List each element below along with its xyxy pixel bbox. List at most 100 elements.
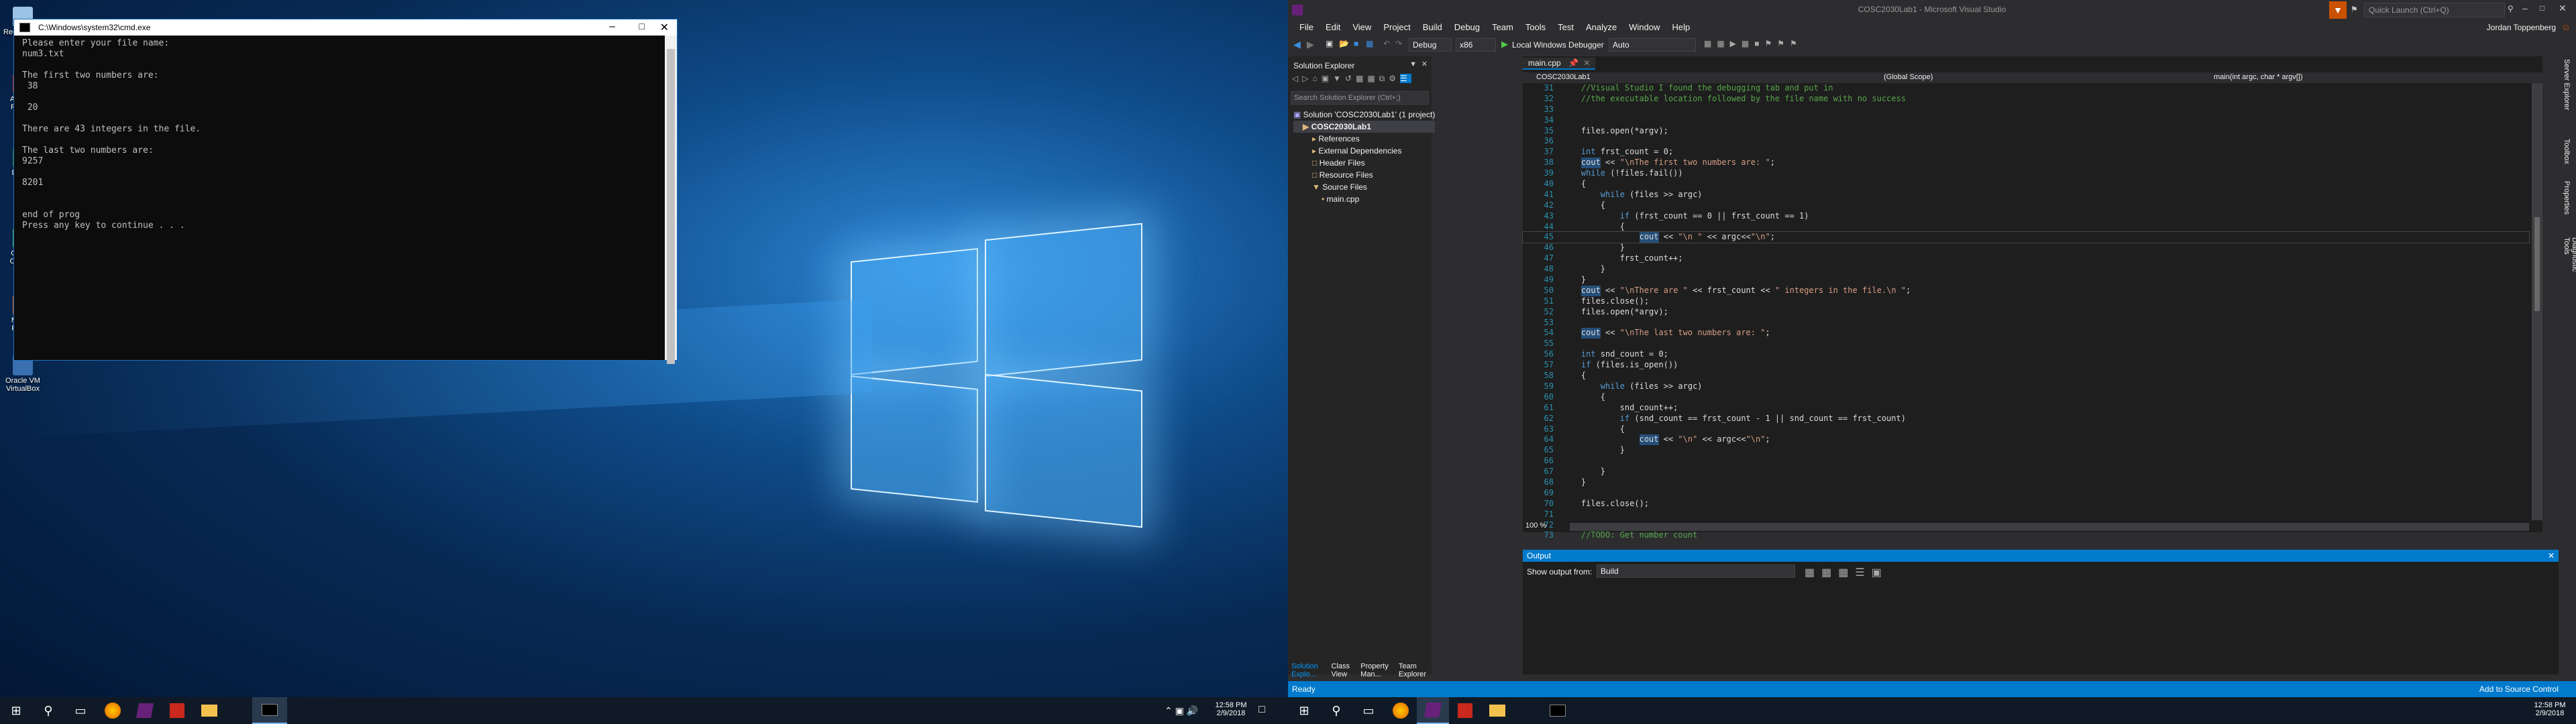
se-bottom-tab[interactable]: Class View <box>1328 660 1357 678</box>
scrollbar-thumb[interactable] <box>667 49 675 364</box>
tree-item[interactable]: □ Resource Files <box>1293 169 1435 181</box>
code-line[interactable]: 71 <box>1523 509 2529 520</box>
taskview-icon[interactable]: ▭ <box>1352 697 1385 724</box>
output-title-bar[interactable]: Output ✕ <box>1523 550 2559 562</box>
filter-icon[interactable]: ▼ <box>2329 1 2347 19</box>
tree-item[interactable]: ▣ Solution 'COSC2030Lab1' (1 project) <box>1293 109 1435 121</box>
visualstudio-icon[interactable] <box>129 697 161 724</box>
code-line[interactable]: 53 <box>1523 318 2529 328</box>
menu-item[interactable]: Test <box>1552 20 1580 35</box>
cmd-window[interactable]: C:\Windows\system32\cmd.exe – □ ✕ Please… <box>13 19 678 364</box>
close-icon[interactable]: ✕ <box>2548 551 2555 560</box>
code-line[interactable]: 63 { <box>1523 424 2529 435</box>
code-line[interactable]: 51 files.close(); <box>1523 296 2529 307</box>
notifications-icon[interactable]: ⚑ <box>2351 5 2358 14</box>
undo-icon[interactable]: ↶ <box>1383 39 1390 48</box>
side-tab[interactable]: Server Explorer <box>2563 59 2571 110</box>
menu-item[interactable]: Edit <box>1320 20 1346 35</box>
menu-item[interactable]: View <box>1346 20 1377 35</box>
acrobat-icon[interactable] <box>161 697 193 724</box>
tab-close-icon[interactable]: ✕ <box>1583 58 1590 68</box>
code-line[interactable]: 54 cout << "\nThe last two numbers are: … <box>1523 328 2529 339</box>
code-line[interactable]: 31 //Visual Studio I found the debugging… <box>1523 83 2529 94</box>
taskview-icon[interactable]: ▭ <box>64 697 97 724</box>
code-line[interactable]: 38 cout << "\nThe first two numbers are:… <box>1523 158 2529 169</box>
windows-icon[interactable]: ⊞ <box>0 697 32 724</box>
search-icon[interactable]: ⚲ <box>32 697 64 724</box>
desktop-icon[interactable]: Oracle VM VirtualBox <box>3 355 43 393</box>
code-line[interactable]: 61 snd_count++; <box>1523 403 2529 414</box>
save-icon[interactable]: ■ <box>1354 39 1358 48</box>
cmd-scrollbar[interactable] <box>665 36 677 364</box>
editor-zoom[interactable]: 100 % <box>1525 522 1546 532</box>
code-line[interactable]: 50 cout << "\nThere are " << frst_count … <box>1523 285 2529 296</box>
editor-vscrollbar[interactable] <box>2532 83 2542 520</box>
menu-item[interactable]: Build <box>1417 20 1448 35</box>
code-line[interactable]: 57 if (files.is_open()) <box>1523 360 2529 371</box>
tree-item[interactable]: • main.cpp <box>1293 193 1435 205</box>
vs-title-bar[interactable]: COSC2030Lab1 - Microsoft Visual Studio ▼… <box>1288 0 2576 20</box>
menu-item[interactable]: Window <box>1623 20 1666 35</box>
search-icon[interactable]: ⚲ <box>1320 697 1352 724</box>
maximize-button[interactable]: □ <box>639 21 645 32</box>
close-icon[interactable]: ✕ <box>1421 60 1428 68</box>
acrobat-icon[interactable] <box>1449 697 1481 724</box>
user-name[interactable]: Jordan Toppenberg <box>2487 23 2556 32</box>
se-bottom-tab[interactable]: Solution Explo... <box>1288 660 1328 678</box>
code-line[interactable]: 42 { <box>1523 200 2529 211</box>
new-project-icon[interactable]: ▣ <box>1326 39 1333 48</box>
code-line[interactable]: 45 cout << "\n " << argc<< "\n"; <box>1522 231 2530 244</box>
auto-select[interactable]: Auto <box>1609 38 1696 52</box>
nav-scope-select[interactable]: (Global Scope) <box>1884 73 1933 81</box>
code-line[interactable]: 37 int frst_count = 0; <box>1523 147 2529 158</box>
code-line[interactable]: 32 //the executable location followed by… <box>1523 94 2529 105</box>
code-line[interactable]: 64 cout << "\n" << argc<< "\n"; <box>1523 434 2529 446</box>
notification-icon[interactable]: □ <box>1258 704 1265 716</box>
code-line[interactable]: 67 } <box>1523 467 2529 477</box>
code-line[interactable]: 60 { <box>1523 392 2529 403</box>
redo-icon[interactable]: ↷ <box>1395 39 1402 48</box>
code-editor[interactable]: main.cpp 📌 ✕ COSC2030Lab1 (Global Scope)… <box>1522 56 2542 540</box>
platform-select[interactable]: x86 <box>1456 38 1496 52</box>
run-button[interactable]: Local Windows Debugger <box>1512 40 1604 50</box>
code-line[interactable]: 58 { <box>1523 371 2529 381</box>
se-search-input[interactable]: Search Solution Explorer (Ctrl+;) <box>1291 91 1429 105</box>
properties-icon[interactable]: ☰ <box>1399 74 1411 83</box>
code-line[interactable]: 55 <box>1523 339 2529 349</box>
se-bottom-tab[interactable]: Property Man... <box>1357 660 1395 678</box>
save-all-icon[interactable]: ▦ <box>1366 39 1373 48</box>
maximize-button[interactable]: □ <box>2540 3 2544 13</box>
code-line[interactable]: 56 int snd_count = 0; <box>1523 349 2529 360</box>
minimize-button[interactable]: – <box>2522 3 2528 13</box>
clock[interactable]: 12:58 PM 2/9/2018 <box>2533 701 2567 717</box>
tree-item[interactable]: ▼ Source Files <box>1293 181 1435 193</box>
menu-item[interactable]: Project <box>1377 20 1416 35</box>
output-source-select[interactable]: Build <box>1597 564 1795 578</box>
cmd-icon[interactable] <box>252 697 287 724</box>
firefox-icon[interactable] <box>97 697 129 724</box>
code-line[interactable]: 47 frst_count++; <box>1523 253 2529 264</box>
code-line[interactable]: 69 <box>1523 488 2529 499</box>
clock[interactable]: 12:58 PM 2/9/2018 <box>1214 701 1248 717</box>
menu-item[interactable]: Team <box>1486 20 1519 35</box>
nav-func-select[interactable]: main(int argc, char * argv[]) <box>2214 73 2303 81</box>
code-line[interactable]: 52 files.open(*argv); <box>1523 307 2529 318</box>
start-debug-icon[interactable]: ▶ <box>1501 39 1508 50</box>
forward-icon[interactable]: ▶ <box>1307 39 1314 50</box>
code-line[interactable]: 68 } <box>1523 477 2529 488</box>
code-line[interactable]: 34 <box>1523 115 2529 126</box>
menu-item[interactable]: Analyze <box>1580 20 1623 35</box>
code-line[interactable]: 33 <box>1523 105 2529 115</box>
side-tab[interactable]: Toolbox <box>2563 139 2571 164</box>
cmd-icon[interactable] <box>1540 697 1575 724</box>
menu-item[interactable]: Tools <box>1519 20 1552 35</box>
feedback-icon[interactable]: ☺ <box>2561 21 2571 32</box>
tray-icons[interactable]: ⌃ ▣ 🔊 <box>1165 705 1198 717</box>
close-button[interactable]: ✕ <box>2559 3 2567 14</box>
code-line[interactable]: 46 } <box>1523 243 2529 253</box>
code-line[interactable]: 43 if (frst_count == 0 || frst_count == … <box>1523 211 2529 222</box>
tree-item[interactable]: ▸ References <box>1293 133 1435 145</box>
explorer-icon[interactable] <box>193 697 225 724</box>
windows-icon[interactable]: ⊞ <box>1288 697 1320 724</box>
source-control-button[interactable]: Add to Source Control <box>2479 684 2559 694</box>
